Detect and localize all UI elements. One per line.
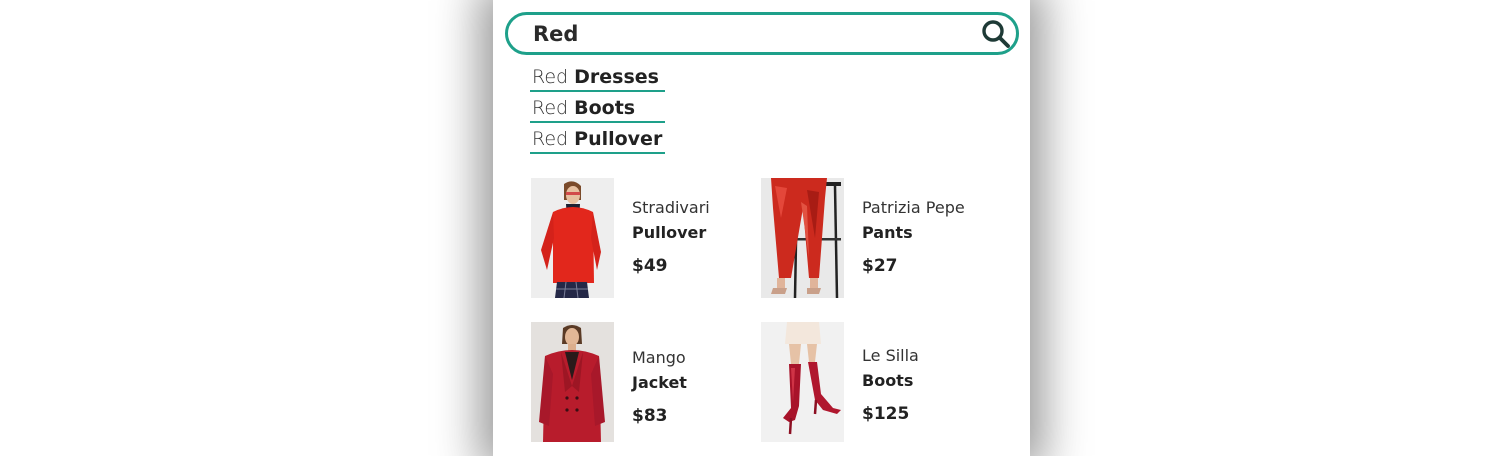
product-image[interactable] <box>531 178 614 298</box>
suggestion-red-dresses[interactable]: Red Dresses <box>530 66 666 97</box>
search-panel: Red Dresses Red Boots Red Pullover <box>493 0 1030 456</box>
suggestion-term: Pullover <box>574 128 663 150</box>
product-price: $27 <box>862 256 898 276</box>
product-brand: Stradivari <box>632 198 710 217</box>
search-input[interactable] <box>533 18 963 49</box>
product-image[interactable] <box>761 178 844 298</box>
product-type: Boots <box>862 371 914 390</box>
page-background: Red Dresses Red Boots Red Pullover <box>0 0 1500 456</box>
red-boots-photo <box>761 322 844 442</box>
product-card-mango-jacket[interactable]: Mango Jacket $83 <box>531 322 761 442</box>
product-card-le-silla-boots[interactable]: Le Silla Boots $125 <box>761 322 991 442</box>
red-jacket-photo <box>531 322 614 442</box>
suggestion-underline <box>530 152 666 154</box>
product-price: $83 <box>632 406 668 426</box>
suggestion-list: Red Dresses Red Boots Red Pullover <box>530 66 666 159</box>
product-image[interactable] <box>761 322 844 442</box>
product-card-patrizia-pepe-pants[interactable]: Patrizia Pepe Pants $27 <box>761 178 991 298</box>
product-type: Pullover <box>632 223 707 242</box>
search-bar <box>505 12 1019 55</box>
suggestion-prefix: Red <box>532 128 575 150</box>
product-brand: Mango <box>632 348 686 367</box>
product-image[interactable] <box>531 322 614 442</box>
product-type: Jacket <box>632 373 687 392</box>
suggestion-underline <box>530 90 666 92</box>
product-price: $49 <box>632 256 668 276</box>
search-icon <box>982 20 1010 48</box>
product-type: Pants <box>862 223 913 242</box>
suggestion-prefix: Red <box>532 97 575 119</box>
product-brand: Patrizia Pepe <box>862 198 965 217</box>
suggestion-underline <box>530 121 666 123</box>
product-card-stradivari-pullover[interactable]: Stradivari Pullover $49 <box>531 178 761 298</box>
suggestion-red-pullover[interactable]: Red Pullover <box>530 128 666 159</box>
suggestion-red-boots[interactable]: Red Boots <box>530 97 666 128</box>
product-brand: Le Silla <box>862 346 919 365</box>
red-sequin-pants-photo <box>761 178 844 298</box>
red-pullover-photo <box>531 178 614 298</box>
suggestion-term: Boots <box>574 97 636 119</box>
suggestion-prefix: Red <box>532 66 575 88</box>
search-button[interactable] <box>980 18 1012 50</box>
product-price: $125 <box>862 404 910 424</box>
suggestion-term: Dresses <box>574 66 659 88</box>
